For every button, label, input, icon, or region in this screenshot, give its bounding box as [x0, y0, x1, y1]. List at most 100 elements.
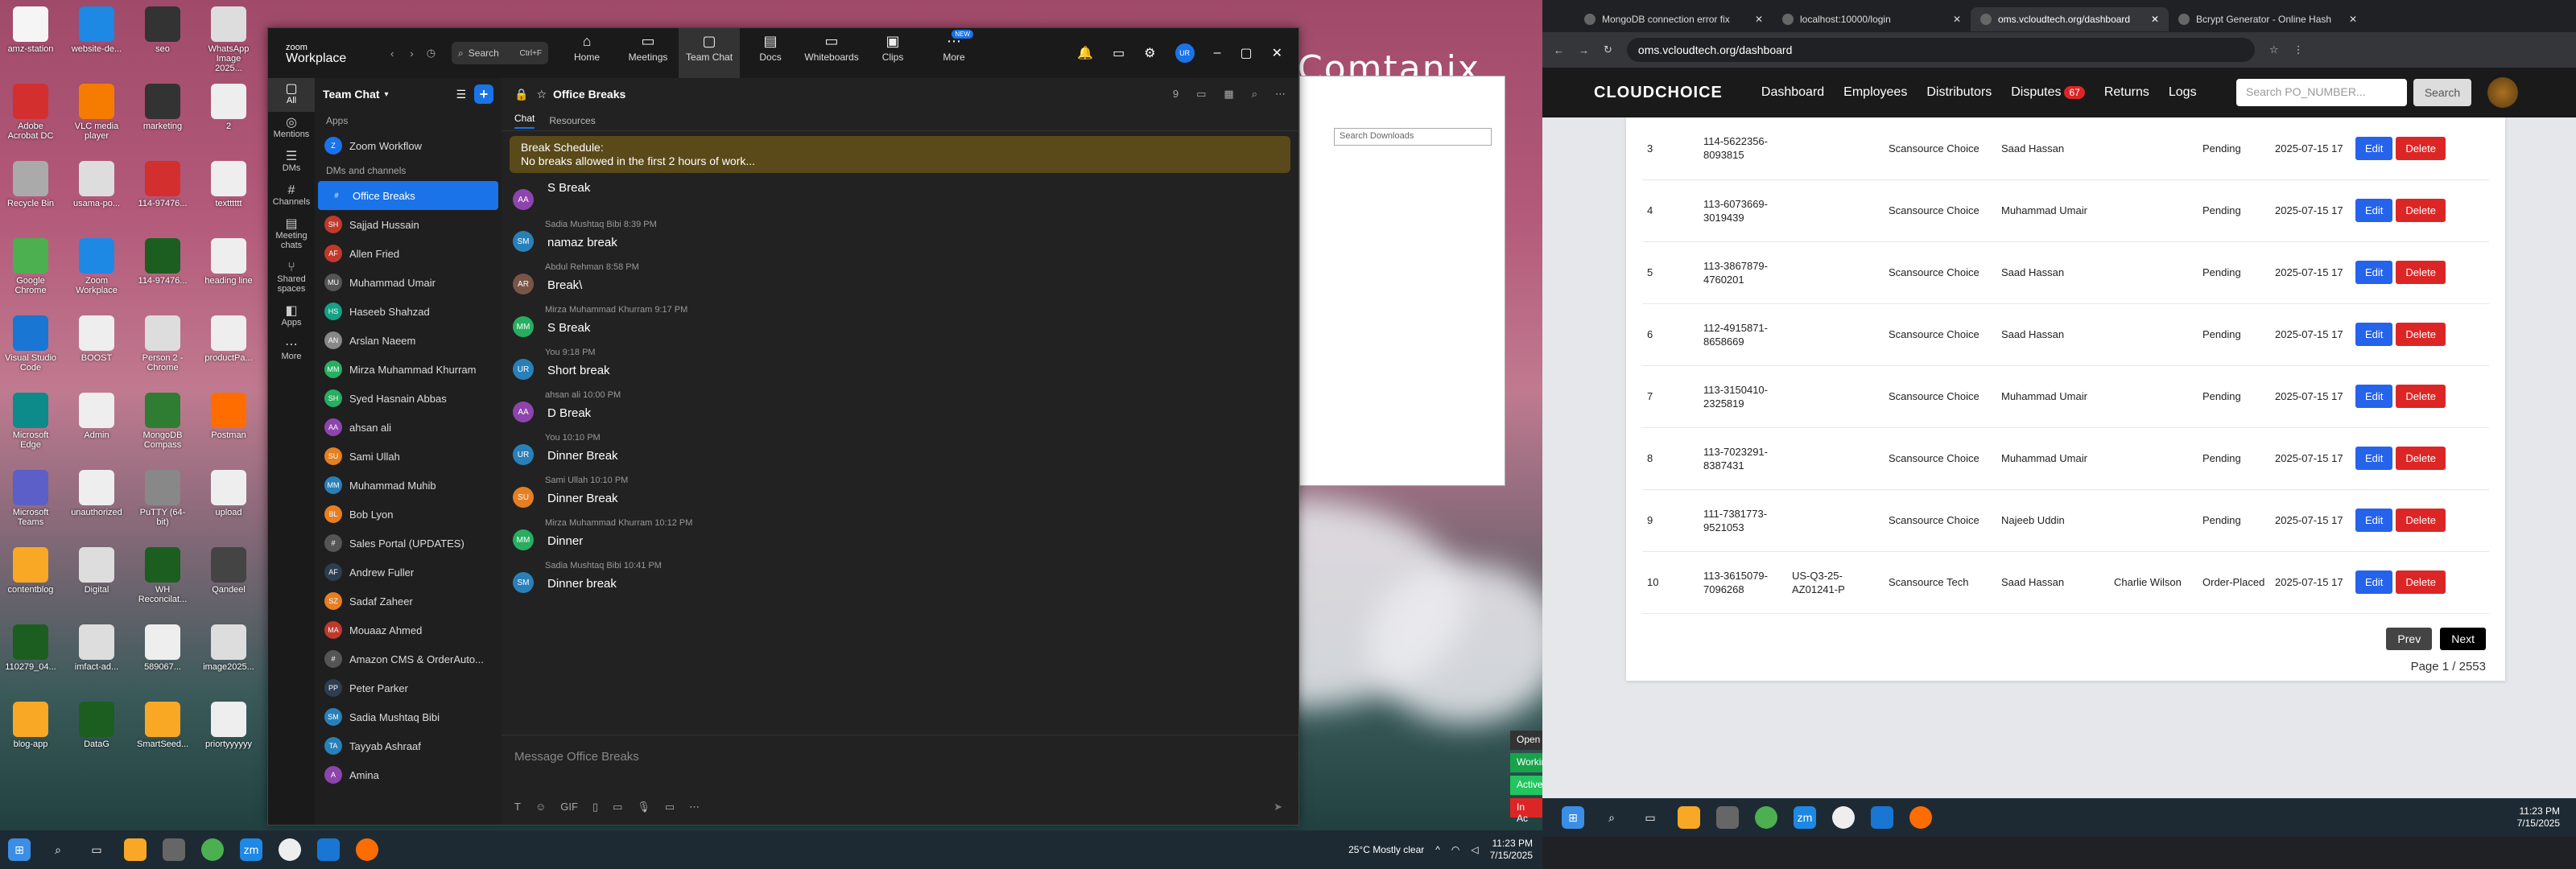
- desktop-icon[interactable]: Recycle Bin: [5, 161, 56, 208]
- rail-more[interactable]: ⋯ More: [268, 334, 315, 368]
- dms-section-header[interactable]: DMs and channels: [315, 160, 502, 181]
- chevron-up-icon[interactable]: ^: [1435, 844, 1440, 855]
- sidebar-chat-item[interactable]: AF Allen Fried: [315, 239, 502, 268]
- desktop-icon[interactable]: contentblog: [5, 547, 56, 595]
- desktop-icon[interactable]: Google Chrome: [5, 238, 56, 295]
- desktop-icon[interactable]: Digital: [71, 547, 122, 595]
- desktop-icon[interactable]: upload: [203, 470, 254, 517]
- file-icon[interactable]: ▯: [592, 801, 598, 813]
- desktop-icon[interactable]: textttttt: [203, 161, 254, 208]
- sidebar-chat-item[interactable]: SU Sami Ullah: [315, 442, 502, 471]
- rail-apps[interactable]: ◧ Apps: [268, 300, 315, 334]
- avatar[interactable]: MM: [513, 316, 534, 337]
- clock[interactable]: 11:23 PM 7/15/2025: [1490, 838, 1533, 862]
- nav-link-employees[interactable]: Employees: [1843, 85, 1907, 99]
- settings-icon[interactable]: ⚙: [1144, 45, 1155, 61]
- desktop-icon[interactable]: WhatsApp Image 2025...: [203, 6, 254, 73]
- star-icon[interactable]: ☆: [536, 88, 547, 101]
- video-msg-icon[interactable]: ▭: [665, 801, 675, 813]
- desktop-icon[interactable]: Zoom Workplace: [71, 238, 122, 295]
- desktop-icon[interactable]: imfact-ad...: [71, 624, 122, 672]
- search-icon[interactable]: ⌕: [47, 838, 69, 861]
- desktop-icon[interactable]: 110279_04...: [5, 624, 56, 672]
- sidebar-chat-item[interactable]: PP Peter Parker: [315, 673, 502, 702]
- more-icon[interactable]: ⋯: [1275, 88, 1286, 101]
- volume-icon[interactable]: ◁: [1471, 844, 1478, 855]
- sidebar-chat-item[interactable]: MM Muhammad Muhib: [315, 471, 502, 500]
- store-icon[interactable]: [1716, 806, 1739, 829]
- desktop-icon[interactable]: Visual Studio Code: [5, 315, 56, 373]
- gif-icon[interactable]: GIF: [560, 801, 578, 813]
- screen-icon[interactable]: ▭: [1113, 45, 1125, 61]
- rail-meeting-chats[interactable]: ▤ Meeting chats: [268, 213, 315, 257]
- desktop-icon[interactable]: 114-97476...: [137, 161, 188, 208]
- close-icon[interactable]: ✕: [1272, 45, 1282, 61]
- desktop-icon[interactable]: VLC media player: [71, 84, 122, 141]
- desktop-icon[interactable]: MongoDB Compass: [137, 393, 188, 450]
- screenshot-icon[interactable]: ▭: [613, 801, 622, 813]
- sidebar-chat-item[interactable]: AA ahsan ali: [315, 413, 502, 442]
- sidebar-chat-item[interactable]: SH Syed Hasnain Abbas: [315, 384, 502, 413]
- reload-icon[interactable]: ↻: [1604, 43, 1612, 56]
- chrome-icon[interactable]: [201, 838, 224, 861]
- sidebar-chat-item[interactable]: HS Haseeb Shahzad: [315, 297, 502, 326]
- maximize-icon[interactable]: ▢: [1240, 45, 1252, 61]
- forward-arrow-icon[interactable]: →: [1579, 44, 1589, 56]
- message-text[interactable]: Dinner Break: [545, 446, 621, 466]
- avatar[interactable]: AR: [513, 274, 534, 294]
- desktop-icon[interactable]: Microsoft Teams: [5, 470, 56, 527]
- message-text[interactable]: Dinner: [545, 531, 692, 551]
- avatar[interactable]: UR: [1174, 43, 1195, 63]
- avatar[interactable]: AA: [513, 402, 534, 422]
- rail-dms[interactable]: ☰ DMs: [268, 146, 315, 179]
- desktop-icon[interactable]: DataG: [71, 702, 122, 749]
- windows-start-icon[interactable]: ⊞: [8, 838, 31, 861]
- message-text[interactable]: namaz break: [545, 233, 657, 253]
- chat-title[interactable]: Office Breaks: [553, 88, 625, 101]
- search-icon[interactable]: ⌕: [1600, 806, 1623, 829]
- desktop-icon[interactable]: Qandeel: [203, 547, 254, 595]
- desktop-icon[interactable]: priortyyyyyy: [203, 702, 254, 749]
- delete-button[interactable]: Delete: [2396, 261, 2446, 284]
- edit-button[interactable]: Edit: [2355, 570, 2393, 594]
- sidebar-chat-item[interactable]: # Sales Portal (UPDATES): [315, 529, 502, 558]
- browser-tab[interactable]: localhost:10000/login ✕: [1773, 7, 1971, 31]
- back-arrow-icon[interactable]: ←: [1554, 44, 1564, 56]
- nav-link-dashboard[interactable]: Dashboard: [1761, 85, 1824, 99]
- avatar[interactable]: UR: [513, 444, 534, 465]
- close-icon[interactable]: ✕: [1755, 14, 1763, 25]
- desktop-icon[interactable]: Admin: [71, 393, 122, 440]
- sidebar-chat-item[interactable]: MM Mirza Muhammad Khurram: [315, 355, 502, 384]
- close-icon[interactable]: ✕: [1953, 14, 1961, 25]
- avatar[interactable]: SU: [513, 487, 534, 508]
- desktop-icon[interactable]: image2025...: [203, 624, 254, 672]
- edit-button[interactable]: Edit: [2355, 509, 2393, 532]
- avatar[interactable]: MM: [513, 529, 534, 550]
- nav-link-logs[interactable]: Logs: [2169, 85, 2197, 99]
- close-icon[interactable]: ✕: [2151, 14, 2159, 25]
- sidebar-chat-item[interactable]: # Office Breaks: [318, 181, 498, 210]
- desktop-icon[interactable]: SmartSeed...: [137, 702, 188, 749]
- sidebar-chat-item[interactable]: MU Muhammad Umair: [315, 268, 502, 297]
- prev-button[interactable]: Prev: [2386, 628, 2433, 650]
- message-text[interactable]: Break\: [545, 275, 639, 295]
- file-explorer-icon[interactable]: [1678, 806, 1700, 829]
- desktop-icon[interactable]: seo: [137, 6, 188, 54]
- edit-button[interactable]: Edit: [2355, 447, 2393, 470]
- sidebar-chat-item[interactable]: SH Sajjad Hussain: [315, 210, 502, 239]
- browser-tab[interactable]: MongoDB connection error fix ✕: [1575, 7, 1773, 31]
- delete-button[interactable]: Delete: [2396, 323, 2446, 346]
- edit-button[interactable]: Edit: [2355, 199, 2393, 222]
- emoji-icon[interactable]: ☺: [535, 801, 546, 813]
- desktop-icon[interactable]: blog-app: [5, 702, 56, 749]
- team-chat-header[interactable]: Team Chat ▾ ☰ +: [315, 78, 502, 110]
- video-icon[interactable]: ▭: [1196, 88, 1206, 101]
- minimize-icon[interactable]: –: [1214, 46, 1221, 60]
- sidebar-app-item[interactable]: Z Zoom Workflow: [315, 131, 502, 160]
- nav-link-returns[interactable]: Returns: [2104, 85, 2149, 99]
- postman-icon[interactable]: [1909, 806, 1932, 829]
- delete-button[interactable]: Delete: [2396, 385, 2446, 408]
- browser-tab[interactable]: Bcrypt Generator - Online Hash ✕: [2169, 7, 2367, 31]
- desktop-icon[interactable]: Microsoft Edge: [5, 393, 56, 450]
- rail-channels[interactable]: # Channels: [268, 179, 315, 213]
